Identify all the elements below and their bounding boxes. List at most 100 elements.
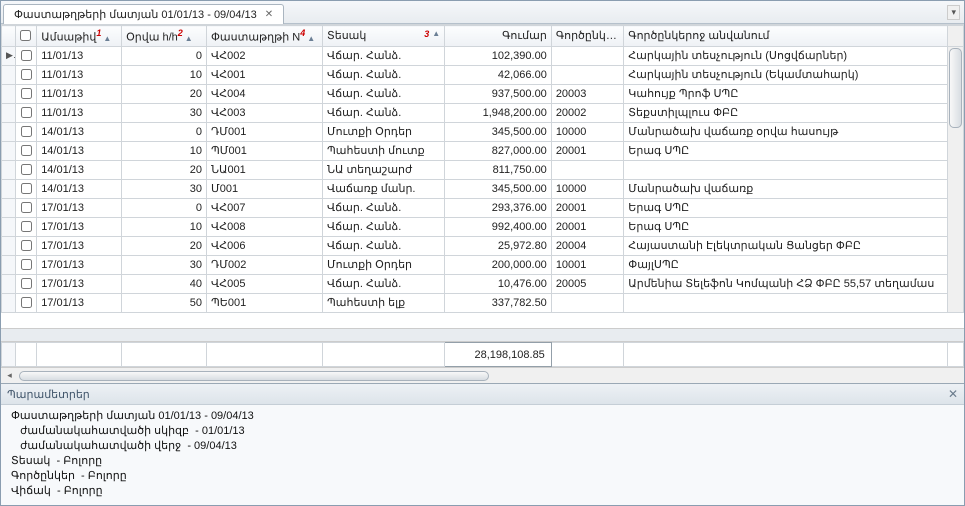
cell-partner: 10000 [551, 179, 623, 198]
cell-type: Վճար. Հանձ. [322, 198, 444, 217]
table-row[interactable]: 11/01/1330ՎՀ003Վճար. Հանձ.1,948,200.0020… [2, 103, 964, 122]
vscroll-thumb[interactable] [949, 48, 962, 128]
table-row[interactable]: 11/01/1310ՎՀ001Վճար. Հանձ.42,066.00Հարկա… [2, 65, 964, 84]
row-checkbox[interactable] [21, 183, 32, 194]
cell-docnum: ՎՀ004 [207, 84, 323, 103]
table-row[interactable]: 17/01/130ՎՀ007Վճար. Հանձ.293,376.0020001… [2, 198, 964, 217]
tab-menu-dropdown[interactable]: ▾ [947, 5, 960, 20]
scroll-left-icon[interactable]: ◂ [3, 370, 16, 381]
cell-type: Վճար. Հանձ. [322, 65, 444, 84]
table-row[interactable]: 14/01/130ԴՄ001Մուտքի Օրդեր345,500.001000… [2, 122, 964, 141]
cell-docnum: ՊՄ001 [207, 141, 323, 160]
row-checkbox[interactable] [21, 221, 32, 232]
table-row[interactable]: ▶11/01/130ՎՀ002Վճար. Հանձ.102,390.00Հարկ… [2, 46, 964, 65]
col-check[interactable] [16, 26, 37, 47]
col-amount[interactable]: Գումար [445, 26, 552, 47]
param-line: Վիճակ - Բոլորը [11, 484, 954, 499]
select-all-checkbox[interactable] [20, 30, 31, 41]
col-date[interactable]: Ամսաթիվ1▲ [37, 26, 122, 47]
vscroll[interactable] [948, 26, 964, 47]
col-marker[interactable] [2, 26, 16, 47]
row-checkbox[interactable] [21, 50, 32, 61]
param-line: ժամանակահատվածի վերջ - 09/04/13 [11, 439, 954, 454]
cell-docnum: ԴՄ001 [207, 122, 323, 141]
row-checkbox[interactable] [21, 240, 32, 251]
cell-partner-name: Մանրածախ վաճառք օրվա հասույթ [624, 122, 948, 141]
row-checkbox[interactable] [21, 259, 32, 270]
table-row[interactable]: 11/01/1320ՎՀ004Վճար. Հանձ.937,500.002000… [2, 84, 964, 103]
sort-asc-icon: ▲ [432, 29, 440, 38]
cell-day: 30 [122, 103, 207, 122]
table-row[interactable]: 17/01/1320ՎՀ006Վճար. Հանձ.25,972.8020004… [2, 236, 964, 255]
row-checkbox[interactable] [21, 164, 32, 175]
row-checkbox[interactable] [21, 145, 32, 156]
row-indicator [2, 255, 16, 274]
col-docnum[interactable]: Փաստաթղթի N4▲ [207, 26, 323, 47]
sort-asc-icon: ▲ [103, 34, 111, 43]
cell-date: 17/01/13 [37, 293, 122, 312]
cell-docnum: Մ001 [207, 179, 323, 198]
table-row[interactable]: 14/01/1320ՆԱ001ՆԱ տեղաշարժ811,750.00 [2, 160, 964, 179]
row-checkbox[interactable] [21, 297, 32, 308]
cell-date: 14/01/13 [37, 141, 122, 160]
cell-docnum: ՎՀ005 [207, 274, 323, 293]
cell-day: 40 [122, 274, 207, 293]
col-partner-name[interactable]: Գործընկերոջ անվանում [624, 26, 948, 47]
param-line: Փաստաթղթերի մատյան 01/01/13 - 09/04/13 [11, 409, 954, 424]
cell-date: 17/01/13 [37, 255, 122, 274]
table-row[interactable]: 14/01/1310ՊՄ001Պահեստի մուտք827,000.0020… [2, 141, 964, 160]
row-indicator [2, 103, 16, 122]
row-checkbox[interactable] [21, 107, 32, 118]
cell-partner: 20002 [551, 103, 623, 122]
close-icon[interactable]: ✕ [948, 387, 958, 401]
cell-date: 11/01/13 [37, 46, 122, 65]
header-row: Ամսաթիվ1▲ Օրվա h/h2▲ Փաստաթղթի N4▲ Տեսակ… [2, 26, 964, 47]
row-checkbox[interactable] [21, 126, 32, 137]
vscrollbar[interactable] [948, 46, 964, 312]
tab-documents-journal[interactable]: Փաստաթղթերի մատյան 01/01/13 - 09/04/13 ✕ [3, 4, 284, 24]
row-indicator [2, 122, 16, 141]
col-day[interactable]: Օրվա h/h2▲ [122, 26, 207, 47]
col-partner[interactable]: Գործընկեր [551, 26, 623, 47]
cell-type: Մուտքի Օրդեր [322, 122, 444, 141]
table-row[interactable]: 17/01/1340ՎՀ005Վճար. Հանձ.10,476.0020005… [2, 274, 964, 293]
cell-partner: 20004 [551, 236, 623, 255]
close-icon[interactable]: ✕ [263, 9, 275, 20]
cell-amount: 827,000.00 [445, 141, 552, 160]
cell-type: Պահեստի ելք [322, 293, 444, 312]
cell-date: 11/01/13 [37, 103, 122, 122]
row-checkbox[interactable] [21, 278, 32, 289]
cell-partner: 20001 [551, 217, 623, 236]
cell-day: 0 [122, 122, 207, 141]
cell-amount: 345,500.00 [445, 179, 552, 198]
cell-docnum: ՆԱ001 [207, 160, 323, 179]
col-type[interactable]: Տեսակ▲3 [322, 26, 444, 47]
hscroll-thumb[interactable] [19, 371, 489, 381]
cell-type: ՆԱ տեղաշարժ [322, 160, 444, 179]
cell-amount: 42,066.00 [445, 65, 552, 84]
cell-type: Վճար. Հանձ. [322, 84, 444, 103]
cell-docnum: ՊԵ001 [207, 293, 323, 312]
table-row[interactable]: 17/01/1330ԴՄ002Մուտքի Օրդեր200,000.00100… [2, 255, 964, 274]
parameters-header[interactable]: Պարամետրեր ✕ [1, 384, 964, 405]
cell-partner-name: Երագ ՍՊԸ [624, 217, 948, 236]
row-indicator [2, 274, 16, 293]
cell-partner [551, 160, 623, 179]
cell-partner-name: Հարկային տեսչություն (Սոցվճարներ) [624, 46, 948, 65]
cell-day: 30 [122, 179, 207, 198]
table-row[interactable]: 17/01/1310ՎՀ008Վճար. Հանձ.992,400.002000… [2, 217, 964, 236]
total-amount: 28,198,108.85 [445, 343, 552, 367]
row-checkbox[interactable] [21, 88, 32, 99]
hscrollbar[interactable]: ◂ [1, 367, 964, 383]
row-checkbox[interactable] [21, 202, 32, 213]
table-row[interactable]: 17/01/1350ՊԵ001Պահեստի ելք337,782.50 [2, 293, 964, 312]
cell-partner-name: Մանրածախ վաճառք [624, 179, 948, 198]
cell-partner [551, 65, 623, 84]
cell-amount: 337,782.50 [445, 293, 552, 312]
row-checkbox[interactable] [21, 69, 32, 80]
cell-amount: 992,400.00 [445, 217, 552, 236]
table-row[interactable]: 14/01/1330Մ001Վաճառք մանր.345,500.001000… [2, 179, 964, 198]
cell-day: 10 [122, 217, 207, 236]
row-indicator [2, 179, 16, 198]
row-indicator: ▶ [2, 46, 16, 65]
